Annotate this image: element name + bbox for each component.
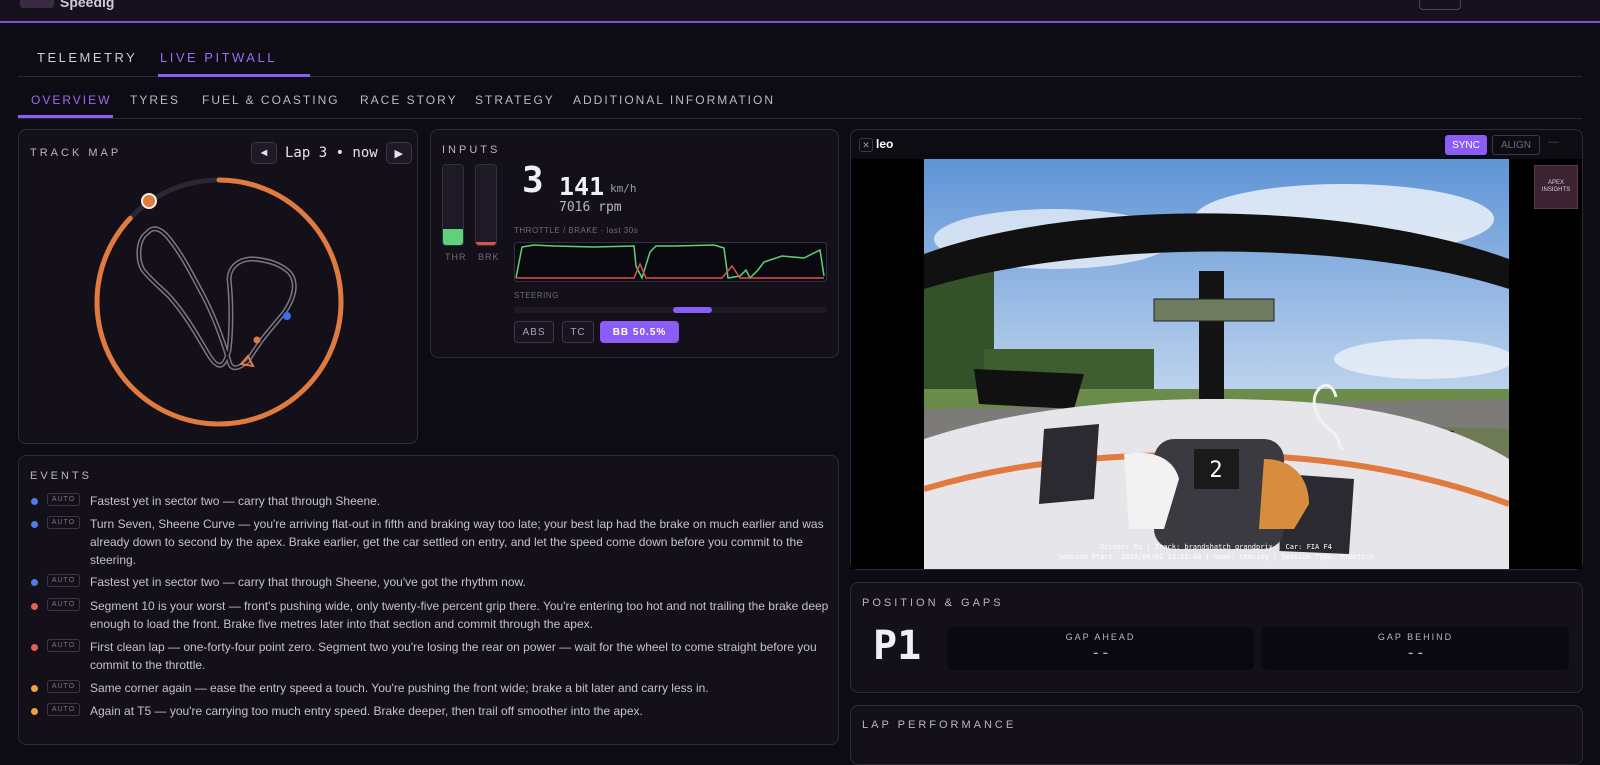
throttle-brake-trace [514, 242, 827, 282]
video-close-button[interactable]: ✕ [859, 138, 873, 152]
event-text: Fastest yet in sector two — carry that t… [90, 575, 526, 589]
header-menu-button[interactable] [1419, 0, 1461, 10]
position-gaps-panel: POSITION & GAPS P1 GAP AHEAD -- GAP BEHI… [850, 582, 1583, 693]
app-header: Speedig [0, 0, 1600, 23]
tc-chip[interactable]: TC [562, 321, 594, 343]
abs-chip[interactable]: ABS [514, 321, 554, 343]
throttle-bar [442, 164, 464, 246]
minimize-icon[interactable]: — [1548, 136, 1559, 148]
brake-bar-fill [476, 241, 496, 245]
lap-performance-title: LAP PERFORMANCE [862, 719, 1017, 731]
steering-track [514, 307, 827, 313]
event-text: Turn Seven, Sheene Curve — you're arrivi… [90, 517, 824, 567]
video-driver-name: leo [876, 137, 894, 151]
tab-fuel-coasting[interactable]: FUEL & COASTING [202, 93, 340, 107]
event-dot [31, 644, 38, 651]
main-tabs: TELEMETRY LIVE PITWALL [18, 40, 1582, 77]
onboard-camera-frame: 2 Driver: Oz | Track: brandshatch grandp… [924, 159, 1509, 569]
gap-ahead-value: -- [1090, 643, 1111, 662]
cloud [1334, 339, 1509, 379]
tab-race-story[interactable]: RACE STORY [360, 93, 458, 107]
rpm-value: 7016 rpm [559, 200, 622, 215]
app-brand: Speedig [60, 0, 115, 10]
gear-indicator: 3 [522, 160, 544, 201]
event-tag: AUTO [47, 680, 80, 693]
event-text: Again at T5 — you're carrying too much e… [90, 704, 643, 718]
event-text: Segment 10 is your worst — front's pushi… [90, 599, 829, 631]
app-logo [20, 0, 54, 8]
sync-button[interactable]: SYNC [1445, 135, 1487, 155]
steering-label: STEERING [514, 291, 559, 300]
race-position: P1 [873, 623, 922, 669]
left-display [1039, 424, 1099, 504]
gap-ahead-box: GAP AHEAD -- [947, 627, 1254, 670]
overlay-line-2: Session Start: 2026/08/01 13:21:48 | Gam… [1058, 553, 1374, 561]
sector-marker [283, 312, 291, 320]
event-text: First clean lap — one-forty-four point z… [90, 640, 817, 672]
speed-value: 141 [559, 172, 605, 201]
events-panel: EVENTS AUTO Fastest yet in sector two — … [18, 455, 839, 745]
align-button[interactable]: ALIGN [1492, 135, 1540, 155]
event-dot [31, 603, 38, 610]
event-tag: AUTO [47, 516, 80, 529]
tab-additional-information[interactable]: ADDITIONAL INFORMATION [573, 93, 775, 107]
track-map [94, 177, 344, 427]
circuit-outline [136, 226, 297, 371]
car-position-marker[interactable] [141, 193, 157, 209]
video-panel: ✕ leo SYNC ALIGN — 2 Driver: Oz | Track:… [850, 129, 1583, 570]
tab-strategy[interactable]: STRATEGY [475, 93, 555, 107]
event-dot [31, 521, 38, 528]
close-icon: ✕ [862, 139, 870, 150]
event-dot [31, 685, 38, 692]
active-tab-indicator [158, 74, 310, 77]
turn-marker [253, 336, 261, 344]
event-tag: AUTO [47, 574, 80, 587]
event-text: Fastest yet in sector two — carry that t… [90, 494, 381, 508]
lap-performance-panel: LAP PERFORMANCE [850, 705, 1583, 765]
throttle-bar-fill [443, 229, 463, 245]
trace-frame [514, 242, 827, 282]
events-title: EVENTS [30, 470, 93, 482]
left-mirror [974, 369, 1084, 409]
speed-unit: km/h [610, 182, 637, 195]
tab-overview[interactable]: OVERVIEW [31, 93, 111, 107]
tab-tyres[interactable]: TYRES [130, 93, 180, 107]
inputs-panel: INPUTS THR BRK 3 141 km/h 7016 rpm THROT… [430, 129, 839, 358]
trace-label: THROTTLE / BRAKE · last 30s [514, 226, 639, 235]
circuit-inner-line [137, 227, 296, 369]
position-gaps-title: POSITION & GAPS [862, 597, 1004, 609]
gap-behind-label: GAP BEHIND [1377, 632, 1454, 642]
event-dot [31, 708, 38, 715]
event-text: Same corner again — ease the entry speed… [90, 681, 709, 695]
event-tag: AUTO [47, 703, 80, 716]
event-tag: AUTO [47, 598, 80, 611]
mirror-view [1153, 298, 1275, 322]
gap-ahead-label: GAP AHEAD [1065, 632, 1136, 642]
steering-indicator [672, 307, 713, 313]
event-dot [31, 498, 38, 505]
overlay-line-1: Driver: Oz | Track: brandshatch grandpri… [1100, 543, 1332, 551]
event-dot [31, 579, 38, 586]
inputs-title: INPUTS [442, 144, 501, 156]
video-logo: APEX INSIGHTS [1534, 165, 1578, 209]
track-map-panel: TRACK MAP ◄ Lap 3 • now ▶ [18, 129, 418, 444]
brake-bias-chip[interactable]: BB 50.5% [600, 321, 679, 343]
throttle-label: THR [445, 252, 467, 262]
wheel-gear: 2 [1209, 458, 1222, 483]
tab-telemetry[interactable]: TELEMETRY [37, 50, 137, 65]
brake-label: BRK [478, 252, 500, 262]
gap-behind-box: GAP BEHIND -- [1262, 627, 1569, 670]
gap-behind-value: -- [1405, 643, 1426, 662]
video-player[interactable]: 2 Driver: Oz | Track: brandshatch grandp… [851, 159, 1582, 569]
tab-live-pitwall[interactable]: LIVE PITWALL [160, 50, 277, 65]
video-header: ✕ leo SYNC ALIGN — [851, 130, 1582, 158]
event-tag: AUTO [47, 639, 80, 652]
active-subtab-indicator [18, 115, 113, 118]
brake-bar [475, 164, 497, 246]
sub-tabs: OVERVIEW TYRES FUEL & COASTING RACE STOR… [18, 84, 1582, 119]
event-tag: AUTO [47, 493, 80, 506]
